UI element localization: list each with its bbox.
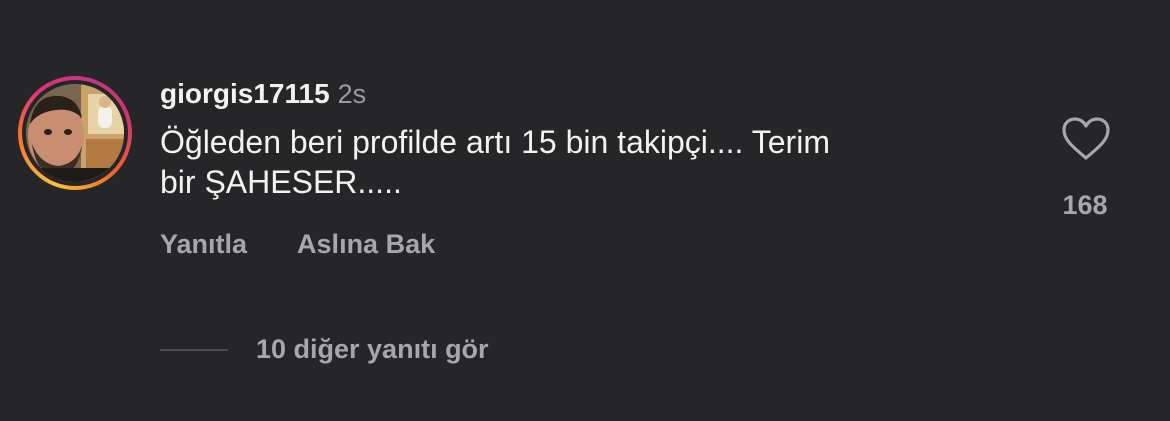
comment-text: Öğleden beri profilde artı 15 bin takipç… [160,122,1000,202]
like-count: 168 [1062,190,1108,220]
like-area: 168 [1055,112,1115,232]
reply-button[interactable]: Yanıtla [160,229,247,260]
username[interactable]: giorgis17115 [160,78,330,110]
view-replies-label[interactable]: 10 diğer yanıtı gör [256,334,489,365]
comment-screen: giorgis17115 2s Öğleden beri profilde ar… [0,0,1170,421]
comment-actions: Yanıtla Aslına Bak [160,229,435,260]
see-original-button[interactable]: Aslına Bak [297,229,435,260]
heart-outline-icon[interactable] [1061,116,1111,162]
story-ring[interactable] [18,76,132,190]
avatar[interactable] [26,84,124,182]
view-replies-button[interactable]: 10 diğer yanıtı gör [160,334,489,365]
avatar-photo [26,84,124,182]
comment-text-line: bir ŞAHESER..... [160,164,402,200]
comment-text-line: Öğleden beri profilde artı 15 bin takipç… [160,124,830,160]
comment-time: 2s [337,79,367,109]
comment-header: giorgis17115 2s [160,78,366,112]
replies-divider-line [160,348,228,351]
